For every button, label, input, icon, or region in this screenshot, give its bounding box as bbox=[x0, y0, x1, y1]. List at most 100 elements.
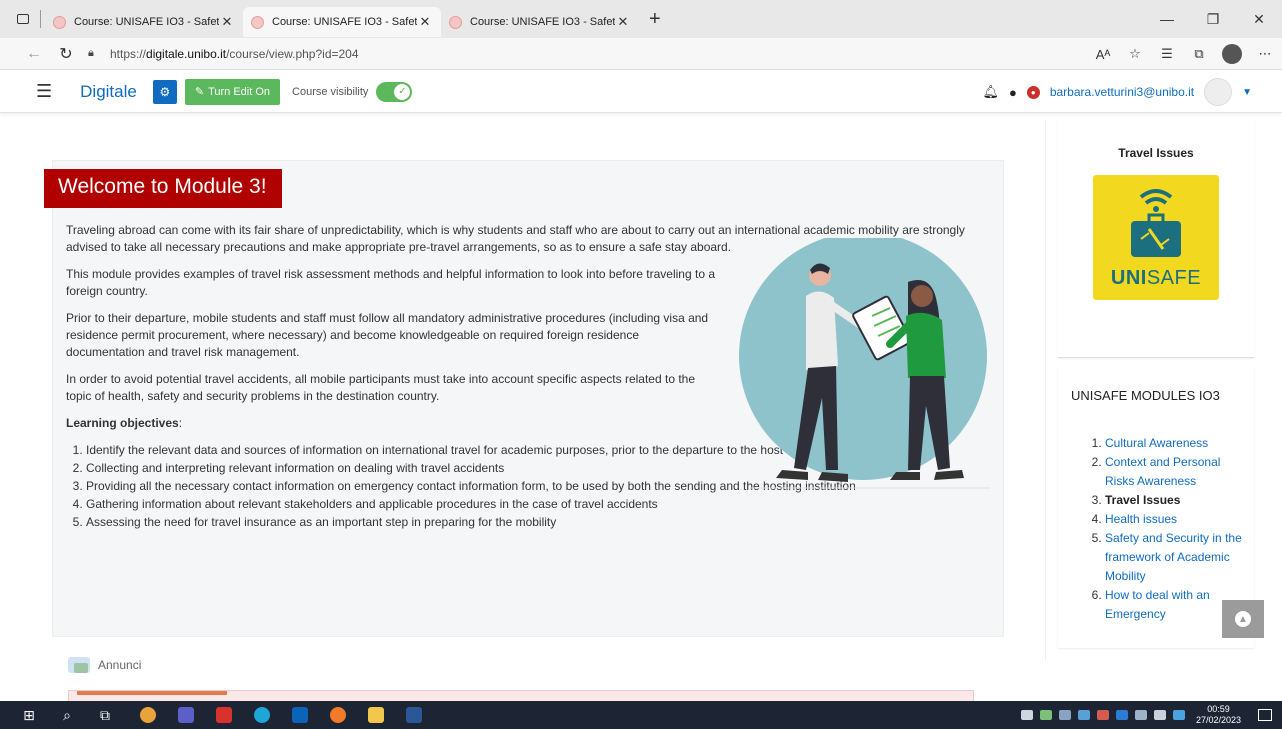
favorite-star-icon[interactable]: ☆ bbox=[1126, 46, 1144, 62]
close-tab-icon[interactable]: ✕ bbox=[417, 14, 433, 30]
new-tab-icon[interactable]: + bbox=[649, 8, 661, 31]
woman-shoe-right bbox=[934, 470, 964, 480]
module-link[interactable]: Health issues bbox=[1105, 512, 1177, 526]
word-icon[interactable] bbox=[406, 707, 422, 723]
module-item-safety-security[interactable]: Safety and Security in the framework of … bbox=[1105, 529, 1251, 586]
pen-icon[interactable] bbox=[1058, 710, 1071, 720]
profile-avatar[interactable] bbox=[1222, 44, 1242, 64]
browser-tab-2[interactable]: Course: UNISAFE IO3 - Safety and ✕ bbox=[243, 7, 441, 37]
tray-app-icon[interactable] bbox=[1077, 710, 1090, 720]
close-tab-icon[interactable]: ✕ bbox=[615, 14, 631, 30]
window-controls: — ❐ ✕ bbox=[1144, 0, 1282, 38]
course-visibility-toggle[interactable]: ✓ bbox=[376, 81, 413, 102]
read-aloud-icon[interactable]: Aᴬ bbox=[1094, 47, 1112, 62]
search-icon[interactable]: ⌕ bbox=[54, 705, 80, 725]
forum-icon bbox=[68, 657, 90, 673]
modules-list: Cultural Awareness Context and Personal … bbox=[1091, 434, 1251, 624]
address-bar: ← ↻ 🔒︎ https://digitale.unibo.it/course/… bbox=[0, 38, 1282, 70]
module-item-cultural-awareness[interactable]: Cultural Awareness bbox=[1105, 434, 1251, 453]
tab-title: Course: UNISAFE IO3 - Safety and bbox=[272, 16, 417, 28]
outlook-tray-icon[interactable] bbox=[1115, 710, 1128, 720]
tray-app-icon[interactable] bbox=[1172, 710, 1185, 720]
browser-tab-strip: Course: UNISAFE IO3 - Safety and ✕ Cours… bbox=[0, 0, 1282, 38]
favicon-icon bbox=[251, 15, 264, 29]
suitcase-wifi-icon bbox=[1131, 189, 1181, 257]
avatar[interactable] bbox=[1204, 78, 1233, 106]
arrow-up-icon: ▲ bbox=[1235, 611, 1251, 627]
tab-title: Course: UNISAFE IO3 - Safety and bbox=[74, 16, 219, 28]
tab-title: Course: UNISAFE IO3 - Safety and bbox=[470, 16, 615, 28]
announcements-label: Annunci bbox=[98, 658, 142, 672]
outlook-icon[interactable] bbox=[292, 707, 308, 723]
logo-text: UNISAFE bbox=[1093, 267, 1219, 290]
illustration-circle bbox=[739, 238, 987, 480]
user-email-link[interactable]: barbara.vetturini3@unibo.it bbox=[1050, 85, 1194, 99]
course-settings-button[interactable]: ⚙ bbox=[152, 79, 177, 104]
battery-icon[interactable] bbox=[1020, 710, 1033, 720]
browser-tab-1[interactable]: Course: UNISAFE IO3 - Safety and ✕ bbox=[45, 7, 243, 37]
notification-bell-icon[interactable]: 🔔︎ bbox=[982, 84, 999, 100]
url-path: /course/view.php?id=204 bbox=[226, 46, 359, 61]
close-window-icon[interactable]: ✕ bbox=[1236, 0, 1282, 38]
content-divider bbox=[1045, 120, 1046, 660]
module-item-travel-issues: Travel Issues bbox=[1105, 491, 1251, 510]
windows-start-icon[interactable]: ⊞ bbox=[16, 705, 42, 725]
objectives-colon: : bbox=[178, 416, 183, 430]
user-area: 🔔︎ ● ● barbara.vetturini3@unibo.it ▼ bbox=[982, 71, 1252, 113]
gear-icon: ⚙ bbox=[159, 84, 171, 99]
module-item-context-risks[interactable]: Context and Personal Risks Awareness bbox=[1105, 453, 1251, 491]
url-prefix: https:// bbox=[110, 46, 147, 61]
volume-icon[interactable] bbox=[1153, 710, 1166, 720]
security-icon[interactable] bbox=[1134, 710, 1147, 720]
messages-icon[interactable]: ● bbox=[1009, 85, 1017, 100]
system-tray: 00:59 27/02/2023 bbox=[1020, 701, 1272, 729]
moodle-navbar: ☰ Digitale ⚙ ✎ Turn Edit On Course visibi… bbox=[0, 71, 1282, 113]
reload-icon[interactable]: ↻ bbox=[50, 44, 82, 64]
firefox-icon[interactable] bbox=[330, 707, 346, 723]
back-icon[interactable]: ← bbox=[18, 45, 50, 63]
turn-edit-on-button[interactable]: ✎ Turn Edit On bbox=[184, 78, 281, 105]
network-app-icon[interactable] bbox=[1039, 710, 1052, 720]
clock-time: 00:59 bbox=[1207, 704, 1230, 714]
favicon-icon bbox=[53, 15, 66, 29]
chevron-down-icon[interactable]: ▼ bbox=[1242, 87, 1252, 98]
check-icon: ✓ bbox=[394, 83, 411, 100]
teams-icon[interactable] bbox=[178, 707, 194, 723]
site-brand-link[interactable]: Digitale bbox=[80, 82, 137, 102]
alert-bar bbox=[77, 691, 227, 695]
module-item-health-issues[interactable]: Health issues bbox=[1105, 510, 1251, 529]
browser-tab-3[interactable]: Course: UNISAFE IO3 - Safety and ✕ bbox=[441, 7, 639, 37]
notification-center-icon[interactable] bbox=[1258, 709, 1272, 721]
acrobat-icon[interactable] bbox=[216, 707, 232, 723]
tab-actions-button[interactable] bbox=[10, 6, 36, 32]
announcements-forum-link[interactable]: Annunci bbox=[68, 657, 141, 673]
url-field[interactable]: 🔒︎ https://digitale.unibo.it/course/view… bbox=[88, 42, 1048, 66]
module-link[interactable]: Context and Personal Risks Awareness bbox=[1105, 455, 1220, 488]
user-status-icon: ● bbox=[1026, 85, 1040, 99]
module-link[interactable]: How to deal with an Emergency bbox=[1105, 588, 1210, 621]
travel-documents-illustration bbox=[739, 238, 990, 489]
chrome-icon[interactable] bbox=[140, 707, 156, 723]
clock-date: 27/02/2023 bbox=[1195, 715, 1241, 725]
favorites-list-icon[interactable]: ☰ bbox=[1158, 46, 1176, 62]
menu-icon[interactable]: ☰ bbox=[36, 81, 52, 102]
intro-paragraph-3: Prior to their departure, mobile student… bbox=[66, 311, 709, 359]
module-link[interactable]: Cultural Awareness bbox=[1105, 436, 1208, 450]
intro-paragraph-4: In order to avoid potential travel accid… bbox=[66, 372, 696, 403]
edge-icon[interactable] bbox=[254, 707, 270, 723]
travel-issues-block: Travel Issues UNISAFE bbox=[1058, 120, 1254, 358]
browser-toolbar: Aᴬ ☆ ☰ ⧉ ⋯ bbox=[1094, 38, 1274, 70]
taskbar-clock[interactable]: 00:59 27/02/2023 bbox=[1196, 704, 1241, 726]
tray-app-icon[interactable] bbox=[1096, 710, 1109, 720]
module-link[interactable]: Safety and Security in the framework of … bbox=[1105, 531, 1242, 583]
file-explorer-icon[interactable] bbox=[368, 707, 384, 723]
objectives-title: Learning objectives bbox=[66, 416, 179, 430]
restore-icon[interactable]: ❐ bbox=[1190, 0, 1236, 38]
task-view-icon[interactable]: ⧉ bbox=[92, 705, 118, 725]
minimize-icon[interactable]: — bbox=[1144, 0, 1190, 38]
collections-icon[interactable]: ⧉ bbox=[1190, 46, 1208, 62]
more-options-icon[interactable]: ⋯ bbox=[1256, 46, 1274, 62]
tab-actions-icon bbox=[17, 14, 29, 24]
close-tab-icon[interactable]: ✕ bbox=[219, 14, 235, 30]
back-to-top-button[interactable]: ▲ bbox=[1222, 600, 1264, 638]
